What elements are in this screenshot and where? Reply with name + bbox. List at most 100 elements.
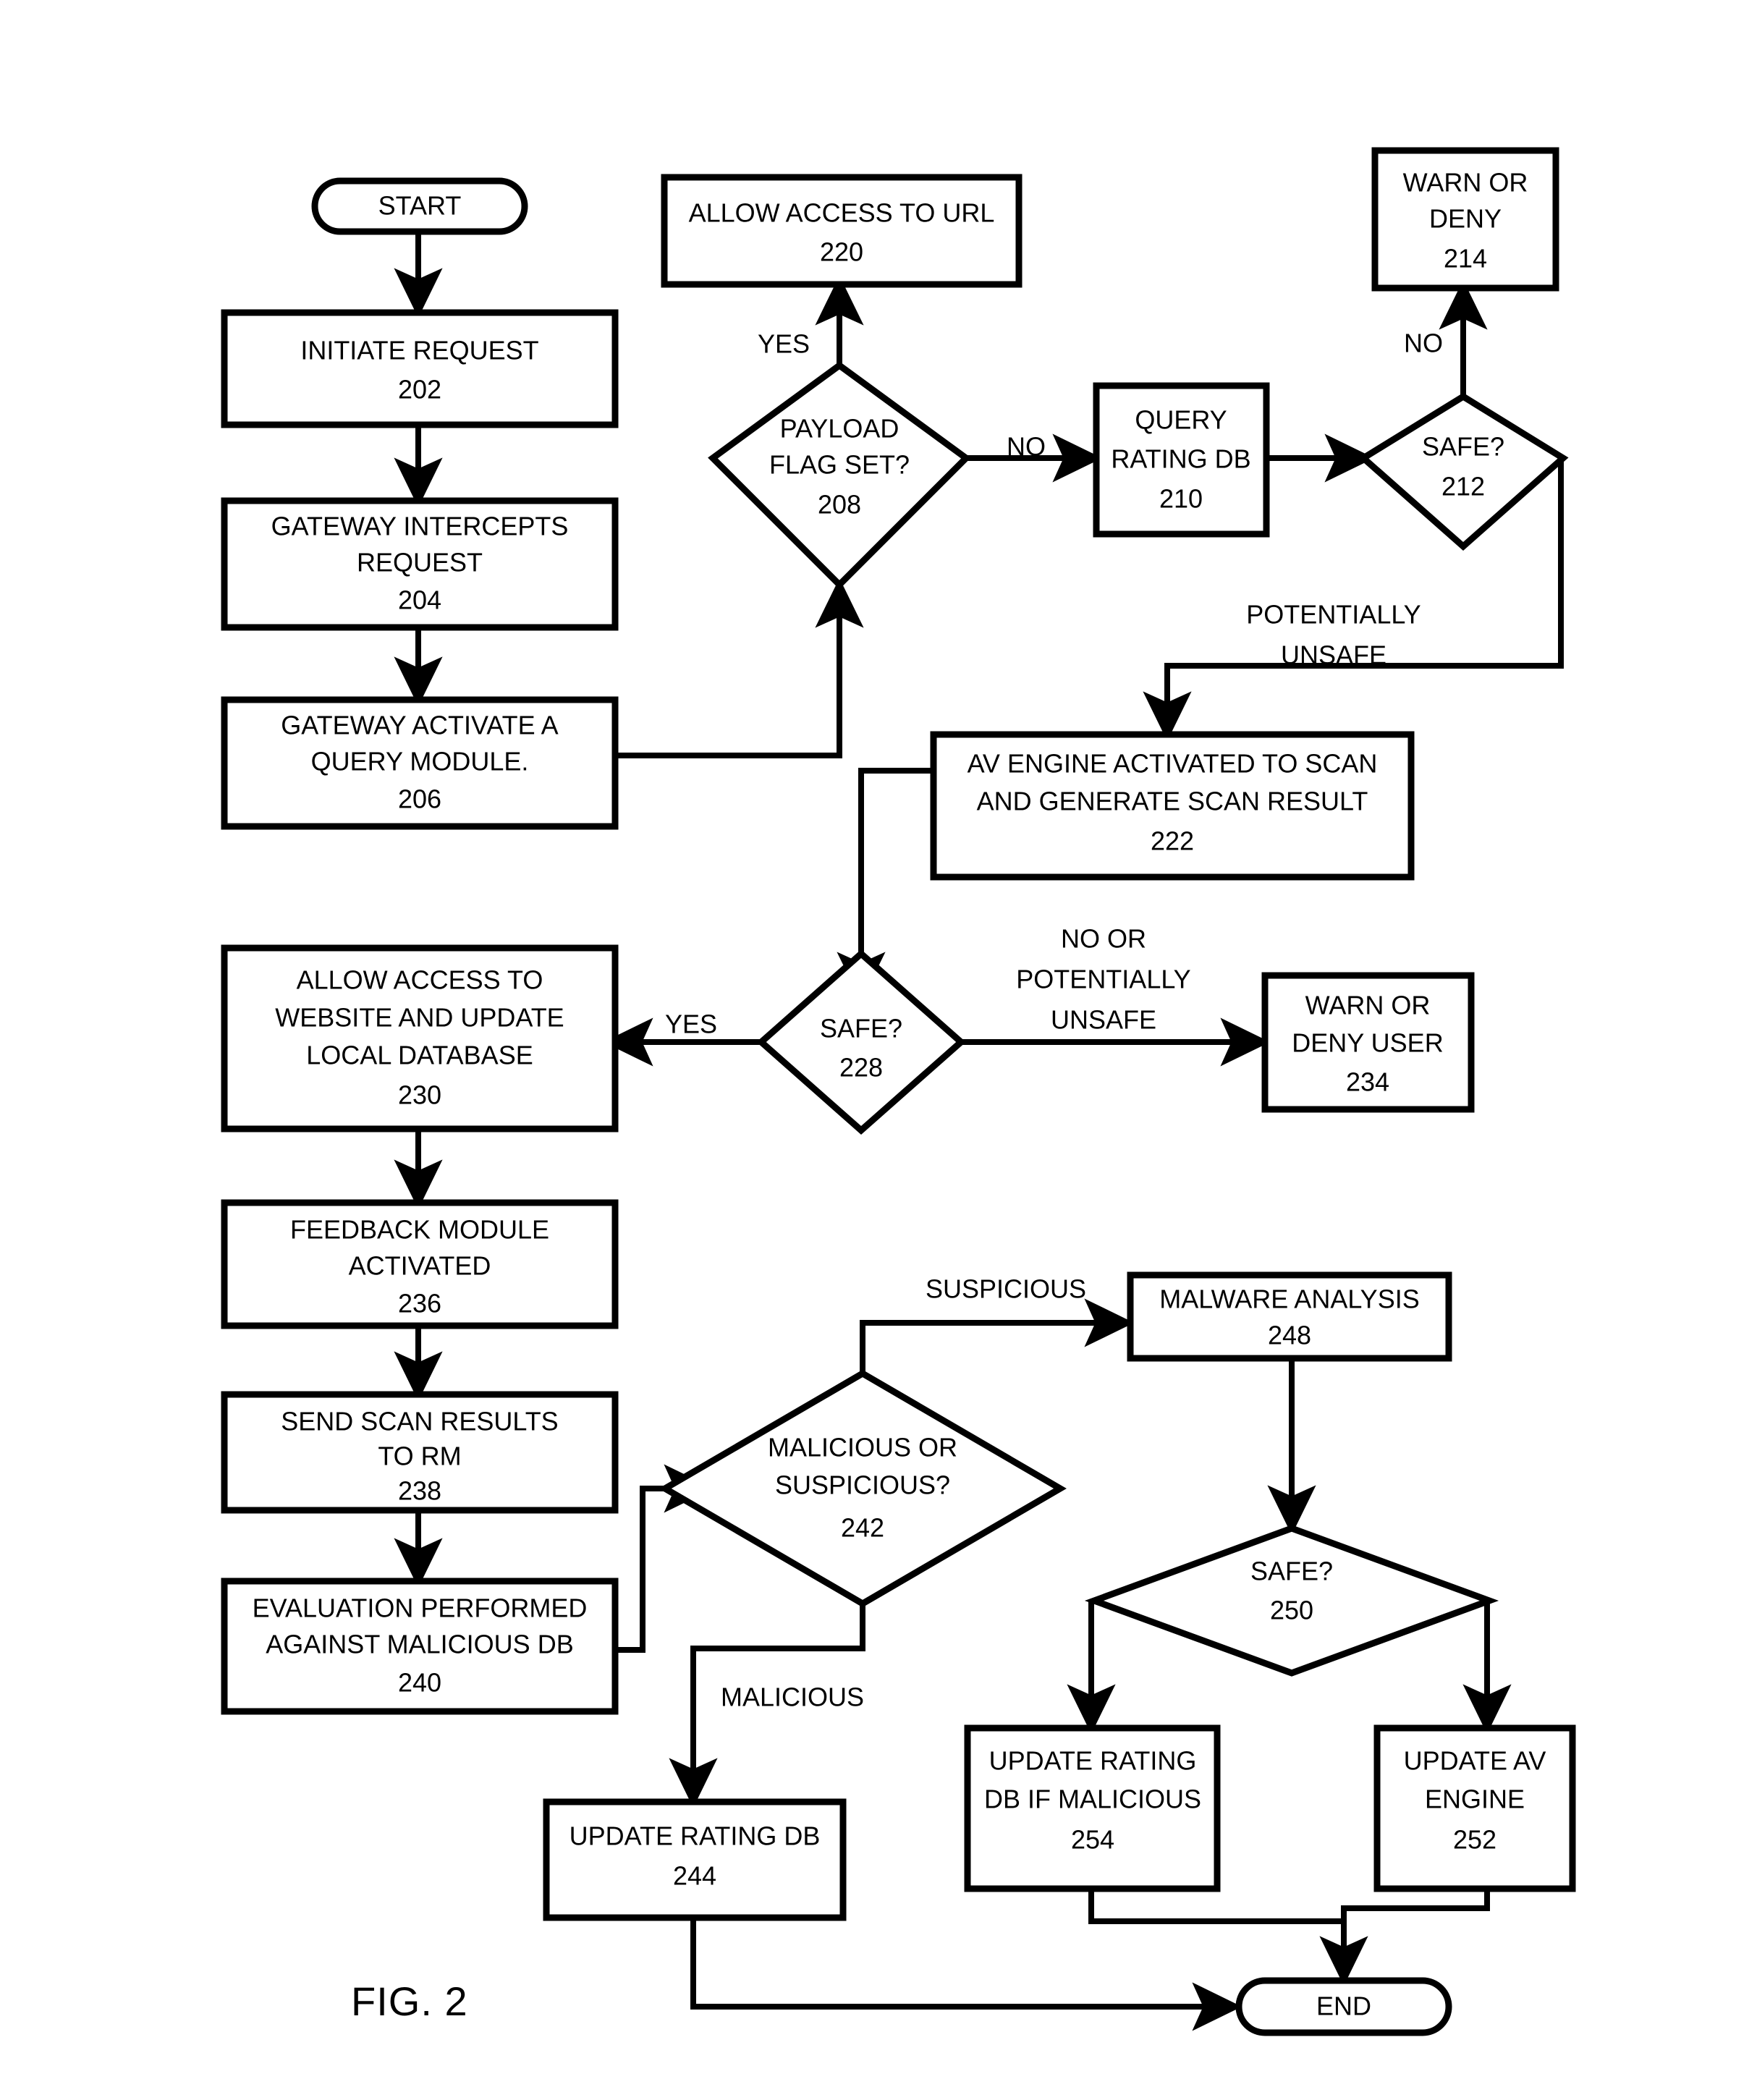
node-236-feedback-module-activated: FEEDBACK MODULE ACTIVATED 236 bbox=[221, 1199, 619, 1329]
edge-206-to-208 bbox=[611, 577, 864, 758]
node-254-update-rating-db-if-malicious: UPDATE RATING DB IF MALICIOUS 254 bbox=[964, 1724, 1221, 1892]
n254-ref: 254 bbox=[1071, 1825, 1114, 1855]
n222-ref: 222 bbox=[1151, 826, 1194, 856]
n208-line1: PAYLOAD bbox=[780, 414, 899, 444]
label-suspicious-242: SUSPICIOUS bbox=[926, 1274, 1086, 1304]
n240-ref: 240 bbox=[398, 1668, 441, 1698]
node-212-safe: SAFE? 212 bbox=[1358, 392, 1569, 551]
n254-line1: UPDATE RATING bbox=[989, 1746, 1197, 1776]
n206-ref: 206 bbox=[398, 784, 441, 814]
label-no-212: NO bbox=[1404, 329, 1443, 358]
n202-ref: 202 bbox=[398, 375, 441, 405]
node-208-payload-flag-set: PAYLOAD FLAG SET? 208 bbox=[708, 361, 971, 590]
n234-line2: DENY USER bbox=[1292, 1028, 1443, 1058]
n206-line1: GATEWAY ACTIVATE A bbox=[281, 711, 558, 740]
end-label: END bbox=[1316, 1991, 1371, 2021]
n204-ref: 204 bbox=[398, 585, 441, 615]
label-no-or-228-l3: UNSAFE bbox=[1051, 1005, 1156, 1035]
merge-connectors bbox=[1088, 1889, 1490, 1924]
n220-line1: ALLOW ACCESS TO URL bbox=[689, 198, 995, 228]
n244-shape bbox=[543, 1798, 847, 1921]
node-222-av-engine-activated: AV ENGINE ACTIVATED TO SCAN AND GENERATE… bbox=[930, 731, 1415, 881]
label-unsafe-212-l1: POTENTIALLY bbox=[1246, 600, 1421, 630]
node-228-safe: SAFE? 228 bbox=[756, 949, 966, 1135]
node-238-send-scan-results: SEND SCAN RESULTS TO RM 238 bbox=[221, 1391, 619, 1514]
n236-ref: 236 bbox=[398, 1289, 441, 1318]
n230-line2: WEBSITE AND UPDATE bbox=[275, 1003, 564, 1033]
n240-line2: AGAINST MALICIOUS DB bbox=[266, 1630, 573, 1659]
n252-ref: 252 bbox=[1453, 1825, 1496, 1855]
node-252-update-av-engine: UPDATE AV ENGINE 252 bbox=[1373, 1724, 1576, 1892]
n204-line2: REQUEST bbox=[357, 548, 483, 577]
label-no-or-228-l1: NO OR bbox=[1061, 924, 1146, 954]
n248-ref: 248 bbox=[1268, 1321, 1311, 1350]
node-220-allow-access-to-url: ALLOW ACCESS TO URL 220 bbox=[661, 174, 1023, 288]
figure-label: FIG. 2 bbox=[351, 1978, 468, 2024]
flowchart-canvas: START INITIATE REQUEST 202 GATEWAY INTER… bbox=[221, 147, 1576, 2036]
n236-line1: FEEDBACK MODULE bbox=[290, 1215, 549, 1245]
n238-ref: 238 bbox=[398, 1476, 441, 1506]
node-250-safe: SAFE? 250 bbox=[1084, 1525, 1499, 1677]
n244-line1: UPDATE RATING DB bbox=[570, 1821, 821, 1851]
n242-line1: MALICIOUS OR bbox=[768, 1433, 957, 1462]
edge-252-merge-stub bbox=[1347, 1867, 1350, 1891]
n230-line3: LOCAL DATABASE bbox=[306, 1041, 533, 1070]
label-unsafe-212-l2: UNSAFE bbox=[1281, 640, 1386, 670]
n206-line2: QUERY MODULE. bbox=[311, 747, 529, 776]
node-248-malware-analysis: MALWARE ANALYSIS 248 bbox=[1127, 1271, 1452, 1362]
n212-ref: 212 bbox=[1441, 472, 1485, 501]
n204-line1: GATEWAY INTERCEPTS bbox=[271, 512, 569, 541]
n230-line1: ALLOW ACCESS TO bbox=[297, 965, 543, 995]
n222-line2: AND GENERATE SCAN RESULT bbox=[977, 787, 1368, 816]
label-yes-228: YES bbox=[665, 1009, 717, 1039]
n202-shape bbox=[221, 309, 619, 428]
n214-line1: WARN OR bbox=[1403, 168, 1528, 198]
node-206-gateway-activate-query-module: GATEWAY ACTIVATE A QUERY MODULE. 206 bbox=[221, 696, 619, 830]
node-202-initiate-request: INITIATE REQUEST 202 bbox=[221, 309, 619, 428]
edge-244-to-end bbox=[690, 1918, 1242, 2031]
n210-ref: 210 bbox=[1159, 484, 1203, 514]
n244-ref: 244 bbox=[673, 1861, 716, 1891]
node-210-query-rating-db: QUERY RATING DB 210 bbox=[1093, 382, 1270, 538]
n242-ref: 242 bbox=[841, 1513, 884, 1543]
node-230-allow-access-website: ALLOW ACCESS TO WEBSITE AND UPDATE LOCAL… bbox=[221, 944, 619, 1132]
n222-line1: AV ENGINE ACTIVATED TO SCAN bbox=[968, 749, 1378, 779]
n248-line1: MALWARE ANALYSIS bbox=[1159, 1284, 1419, 1314]
node-242-malicious-or-suspicious: MALICIOUS OR SUSPICIOUS? 242 bbox=[659, 1369, 1067, 1608]
label-no-or-228-l2: POTENTIALLY bbox=[1016, 965, 1190, 994]
n242-line2: SUSPICIOUS? bbox=[775, 1470, 950, 1500]
n214-line2: DENY bbox=[1429, 204, 1502, 234]
n238-line1: SEND SCAN RESULTS bbox=[281, 1407, 558, 1436]
node-214-warn-or-deny: WARN OR DENY 214 bbox=[1371, 147, 1559, 292]
n254-line2: DB IF MALICIOUS bbox=[984, 1784, 1201, 1814]
n228-line1: SAFE? bbox=[820, 1014, 902, 1043]
n250-line1: SAFE? bbox=[1250, 1557, 1333, 1586]
n208-ref: 208 bbox=[818, 490, 861, 520]
n252-line1: UPDATE AV bbox=[1404, 1746, 1546, 1776]
n252-line2: ENGINE bbox=[1425, 1784, 1525, 1814]
edge-240-to-242 bbox=[611, 1464, 714, 1653]
n214-ref: 214 bbox=[1444, 244, 1487, 274]
n210-line2: RATING DB bbox=[1111, 444, 1250, 474]
n236-line2: ACTIVATED bbox=[349, 1251, 491, 1281]
node-234-warn-or-deny-user: WARN OR DENY USER 234 bbox=[1261, 972, 1475, 1113]
n240-line1: EVALUATION PERFORMED bbox=[253, 1593, 588, 1623]
n230-ref: 230 bbox=[398, 1080, 441, 1110]
n220-ref: 220 bbox=[820, 237, 863, 267]
start-label: START bbox=[378, 191, 462, 221]
node-204-gateway-intercepts-request: GATEWAY INTERCEPTS REQUEST 204 bbox=[221, 497, 619, 631]
node-244-update-rating-db: UPDATE RATING DB 244 bbox=[543, 1798, 847, 1921]
n250-ref: 250 bbox=[1270, 1596, 1313, 1625]
label-malicious-242: MALICIOUS bbox=[721, 1682, 864, 1712]
n208-line2: FLAG SET? bbox=[769, 450, 910, 480]
label-no-208: NO bbox=[1007, 432, 1046, 462]
edge-252-merge bbox=[1341, 1889, 1490, 1921]
n234-line1: WARN OR bbox=[1305, 991, 1431, 1020]
n210-line1: QUERY bbox=[1135, 405, 1227, 435]
n220-shape bbox=[661, 174, 1023, 288]
patent-figure-page: START INITIATE REQUEST 202 GATEWAY INTER… bbox=[0, 0, 1757, 2100]
node-240-evaluation-performed: EVALUATION PERFORMED AGAINST MALICIOUS D… bbox=[221, 1578, 619, 1715]
node-start: START bbox=[311, 177, 528, 235]
n228-ref: 228 bbox=[839, 1053, 883, 1083]
n238-line2: TO RM bbox=[378, 1441, 461, 1471]
